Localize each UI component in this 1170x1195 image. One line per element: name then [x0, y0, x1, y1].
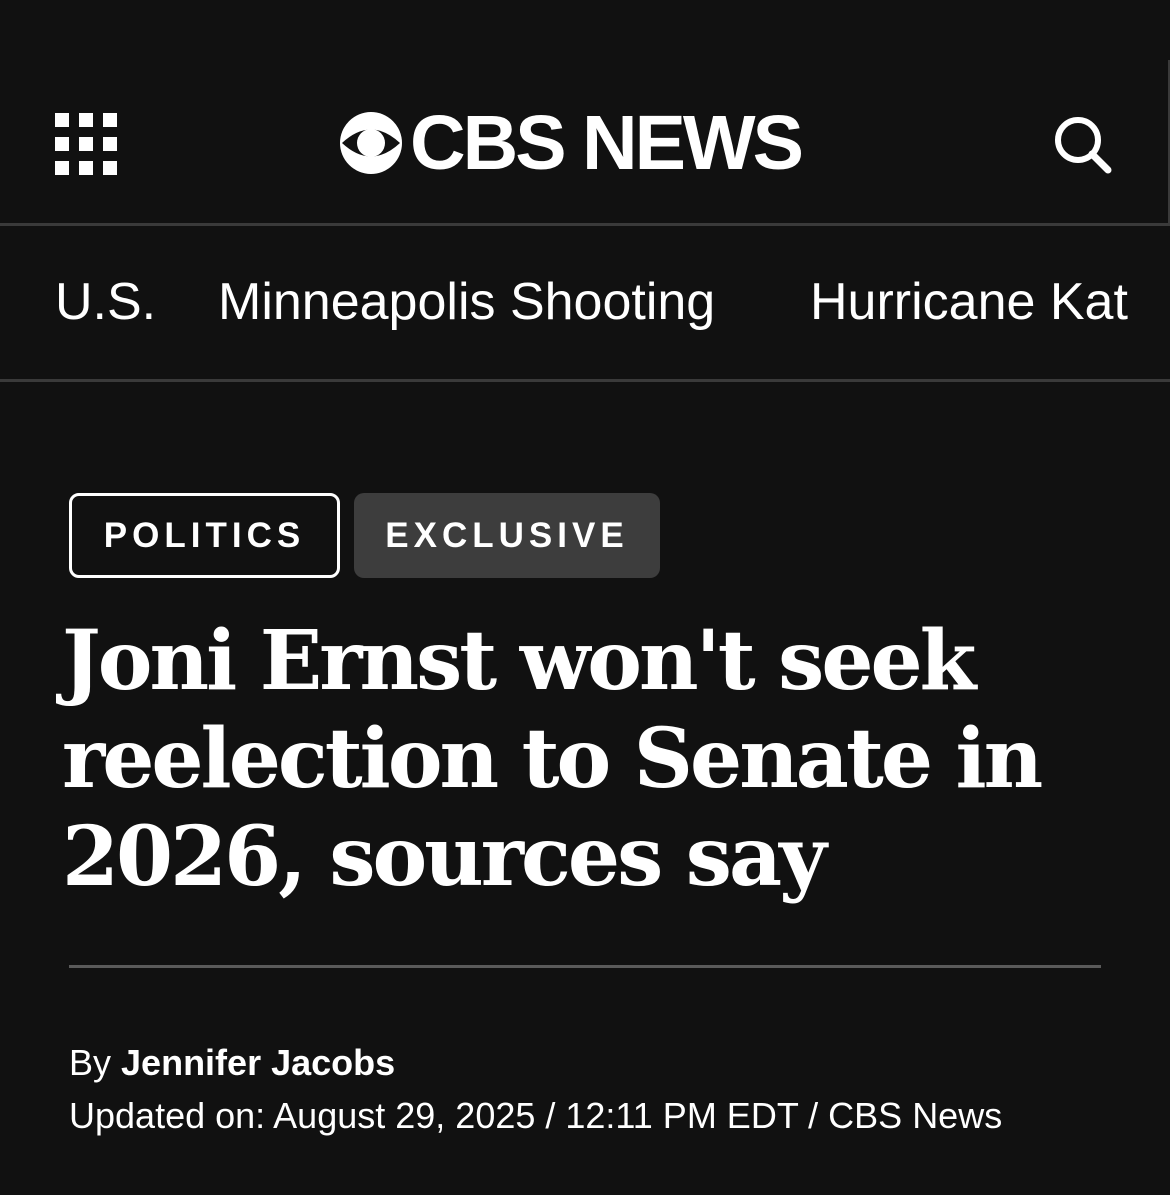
nav-item-hurricane[interactable]: Hurricane Kat	[810, 272, 1128, 332]
tag-politics[interactable]: POLITICS	[69, 493, 340, 578]
byline: By Jennifer Jacobs	[69, 1040, 395, 1086]
headline-rule	[69, 965, 1101, 968]
grid-menu-icon[interactable]	[55, 113, 117, 175]
article-headline: Joni Ernst won't seek reelection to Sena…	[62, 613, 1043, 905]
byline-prefix: By	[69, 1042, 112, 1083]
cbs-news-logo[interactable]: CBS NEWS	[338, 100, 804, 186]
site-header: CBS NEWS	[0, 60, 1170, 224]
section-nav: U.S. Minneapolis Shooting Hurricane Kat	[0, 226, 1170, 379]
nav-item-us[interactable]: U.S.	[55, 272, 156, 332]
tag-exclusive[interactable]: EXCLUSIVE	[354, 493, 660, 578]
author-link[interactable]: Jennifer Jacobs	[121, 1042, 395, 1083]
logo-wordmark: CBS NEWS	[410, 100, 804, 186]
nav-item-minneapolis-shooting[interactable]: Minneapolis Shooting	[218, 272, 715, 332]
search-icon[interactable]	[1052, 114, 1112, 174]
nav-divider	[0, 379, 1170, 382]
cbs-eye-icon	[340, 112, 402, 174]
updated-timestamp: Updated on: August 29, 2025 / 12:11 PM E…	[69, 1095, 1003, 1136]
